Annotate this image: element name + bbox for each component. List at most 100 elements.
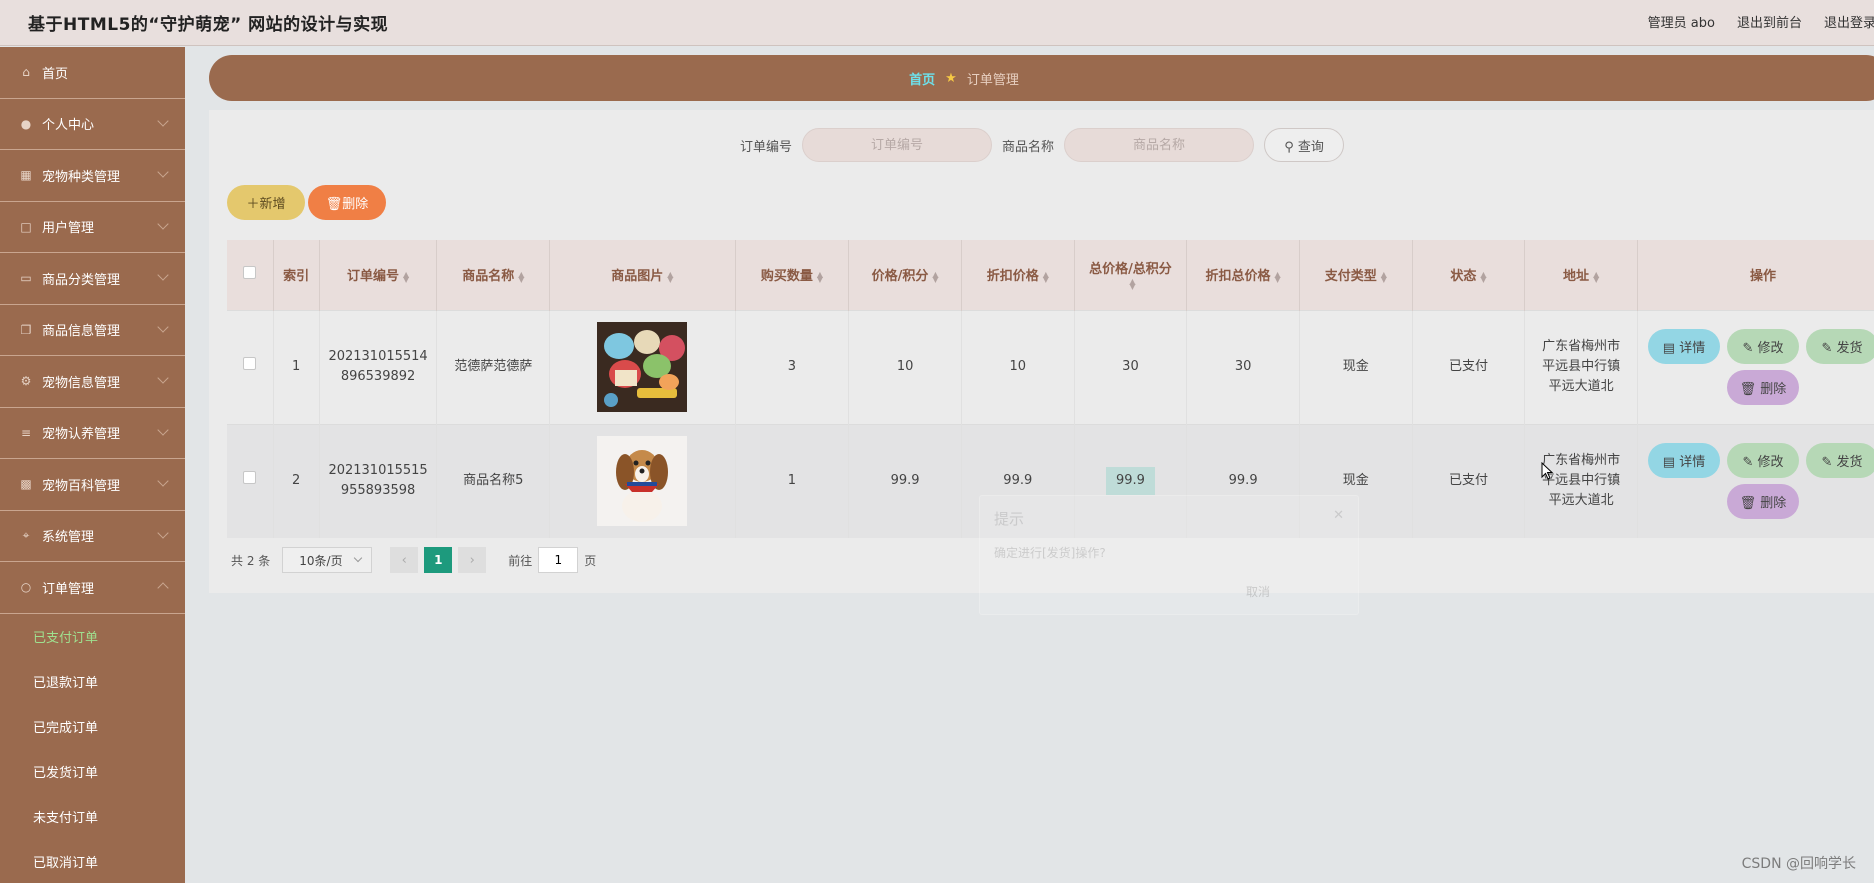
sort-icon[interactable]: ▲ ▼ (932, 270, 938, 283)
sidebar-item-system[interactable]: ⌖ 系统管理 (0, 511, 185, 562)
ship-button[interactable]: ✎ 发货 (1805, 329, 1874, 364)
search-bar: 订单编号 商品名称 ⚲ 查询 (740, 128, 1345, 162)
document-icon: ▤ (1662, 455, 1676, 471)
order-no-input[interactable] (802, 128, 993, 162)
submenu-cancelled-orders[interactable]: 已取消订单 (0, 839, 185, 883)
table-row: 2 202131015515955893598 商品名称5 1 99.9 99.… (227, 423, 1874, 538)
chevron-down-icon (157, 475, 169, 487)
chevron-left-icon: ‹ (401, 552, 407, 568)
delete-button-label: 删除 (342, 197, 369, 212)
sidebar-item-product-categories[interactable]: ▭ 商品分类管理 (0, 253, 185, 305)
column-header[interactable]: 价格/积分 ▲ ▼ (848, 240, 962, 310)
sort-icon[interactable]: ▲ ▼ (1381, 270, 1387, 283)
column-header[interactable]: 支付类型 ▲ ▼ (1299, 240, 1413, 310)
column-header[interactable]: 商品图片 ▲ ▼ (549, 240, 736, 310)
sort-icon[interactable]: ▲ ▼ (1043, 270, 1049, 283)
sidebar-item-products[interactable]: ❐ 商品信息管理 (0, 305, 185, 356)
ship-button[interactable]: ✎ 发货 (1805, 443, 1874, 479)
bar-chart-icon: ▩ (20, 477, 32, 492)
goto-page-input[interactable] (538, 547, 579, 573)
column-header[interactable]: 总价格/总积分 ▲ ▼ (1074, 240, 1188, 310)
submenu-paid-orders[interactable]: 已支付订单 (0, 614, 185, 659)
chevron-down-icon (157, 423, 169, 436)
column-header[interactable]: 购买数量 ▲ ▼ (735, 240, 850, 310)
sort-icon[interactable]: ▲ ▼ (817, 270, 823, 283)
user-icon: ● (20, 116, 32, 131)
sidebar-item-users[interactable]: □ 用户管理 (0, 202, 185, 253)
cell-image (549, 423, 736, 538)
add-button[interactable]: ＋新增 (227, 185, 305, 220)
submenu-unpaid-orders[interactable]: 未支付订单 (0, 794, 185, 839)
row-checkbox[interactable] (243, 357, 257, 370)
page-number-active[interactable]: 1 (424, 547, 453, 573)
sidebar-item-label: 个人中心 (42, 118, 95, 134)
remove-button[interactable]: 🗑 删除 (1726, 484, 1799, 520)
sidebar-item-profile[interactable]: ● 个人中心 (0, 99, 185, 150)
sidebar-item-orders[interactable]: ○ 订单管理 (0, 562, 185, 614)
prev-page-button[interactable]: ‹ (390, 547, 419, 573)
edit-button[interactable]: ✎ 修改 (1726, 443, 1799, 479)
cell-discount-price: 99.9 (961, 423, 1075, 538)
column-header[interactable]: 订单编号 ▲ ▼ (319, 240, 438, 310)
cell-image (549, 309, 736, 424)
row-checkbox[interactable] (243, 471, 257, 485)
column-header[interactable]: 地址 ▲ ▼ (1524, 240, 1638, 310)
remove-button[interactable]: 🗑 删除 (1726, 370, 1799, 405)
sidebar-item-label: 宠物信息管理 (42, 375, 121, 391)
front-link[interactable]: 退出到前台 (1737, 12, 1802, 31)
cell-order-no: 202131015514896539892 (319, 309, 438, 424)
detail-button[interactable]: ▤ 详情 (1647, 443, 1720, 479)
edit-button[interactable]: ✎ 修改 (1726, 329, 1799, 364)
sidebar-item-encyclopedia[interactable]: ▩ 宠物百科管理 (0, 459, 185, 511)
submenu-shipped-orders[interactable]: 已发货订单 (0, 749, 185, 794)
delete-button[interactable]: 🗑删除 (308, 185, 386, 220)
chevron-down-icon (157, 526, 169, 539)
submenu-refunded-orders[interactable]: 已退款订单 (0, 659, 185, 704)
pencil-icon: ✎ (1821, 341, 1833, 356)
logout-link[interactable]: 退出登录 (1824, 12, 1874, 31)
column-header: 索引 (273, 240, 320, 310)
cell-total: 30 (1074, 309, 1188, 424)
sidebar-item-pet-types[interactable]: ▦ 宠物种类管理 (0, 150, 185, 202)
sort-icon[interactable]: ▲ ▼ (1275, 270, 1281, 283)
sort-icon[interactable]: ▲ ▼ (667, 270, 673, 283)
sidebar: ⌂ 首页 ● 个人中心 ▦ 宠物种类管理 □ 用户管理 ▭ 商品分类管理 ❐ 商… (0, 47, 185, 883)
table-row: 1 202131015514896539892 范德萨范德萨 3 10 10 3… (227, 309, 1874, 424)
sort-icon[interactable]: ▲ ▼ (403, 270, 409, 283)
sort-icon[interactable]: ▲ ▼ (1593, 270, 1599, 283)
highlighted-total: 99.9 (1105, 467, 1155, 496)
submenu-completed-orders[interactable]: 已完成订单 (0, 704, 185, 749)
sidebar-item-label: 系统管理 (42, 530, 95, 546)
add-button-label: 新增 (259, 197, 286, 212)
pencil-icon: ✎ (1742, 455, 1754, 471)
breadcrumb-home[interactable]: 首页 (909, 69, 935, 88)
next-page-button[interactable]: › (458, 547, 487, 573)
sort-icon[interactable]: ▲ ▼ (518, 270, 524, 283)
sidebar-item-pets[interactable]: ⚙ 宠物信息管理 (0, 356, 185, 408)
select-all-checkbox[interactable] (243, 266, 257, 280)
top-nav: 管理员 abo 退出到前台 退出登录 (1648, 12, 1874, 31)
home-icon: ⌂ (22, 65, 30, 80)
sort-icon[interactable]: ▲ ▼ (1480, 270, 1486, 283)
query-button[interactable]: ⚲ 查询 (1264, 128, 1345, 162)
sort-icon[interactable]: ▲ ▼ (1129, 278, 1135, 291)
detail-button[interactable]: ▤ 详情 (1647, 329, 1720, 364)
cell-address: 广东省梅州市平远县中行镇平远大道北 (1524, 423, 1638, 538)
column-header[interactable]: 折扣价格 ▲ ▼ (961, 240, 1075, 310)
select-all-cell (227, 240, 274, 310)
sidebar-item-label: 订单管理 (42, 581, 95, 597)
product-name-input[interactable] (1064, 128, 1255, 162)
cell-pay-type: 现金 (1299, 423, 1413, 538)
sliders-icon: ≡ (20, 425, 32, 440)
column-header[interactable]: 状态 ▲ ▼ (1412, 240, 1526, 310)
chat-icon: □ (20, 219, 32, 234)
column-header[interactable]: 折扣总价格 ▲ ▼ (1186, 240, 1300, 310)
sidebar-item-adoption[interactable]: ≡ 宠物认养管理 (0, 408, 185, 459)
document-icon: ▤ (1662, 341, 1676, 356)
page-size-select[interactable]: 10条/页 (282, 547, 373, 573)
column-header[interactable]: 商品名称 ▲ ▼ (436, 240, 551, 310)
search-icon: ⚲ (1284, 139, 1294, 155)
order-no-label: 订单编号 (740, 139, 793, 155)
sidebar-item-label: 商品信息管理 (42, 324, 121, 340)
sidebar-item-home[interactable]: ⌂ 首页 (0, 47, 185, 99)
